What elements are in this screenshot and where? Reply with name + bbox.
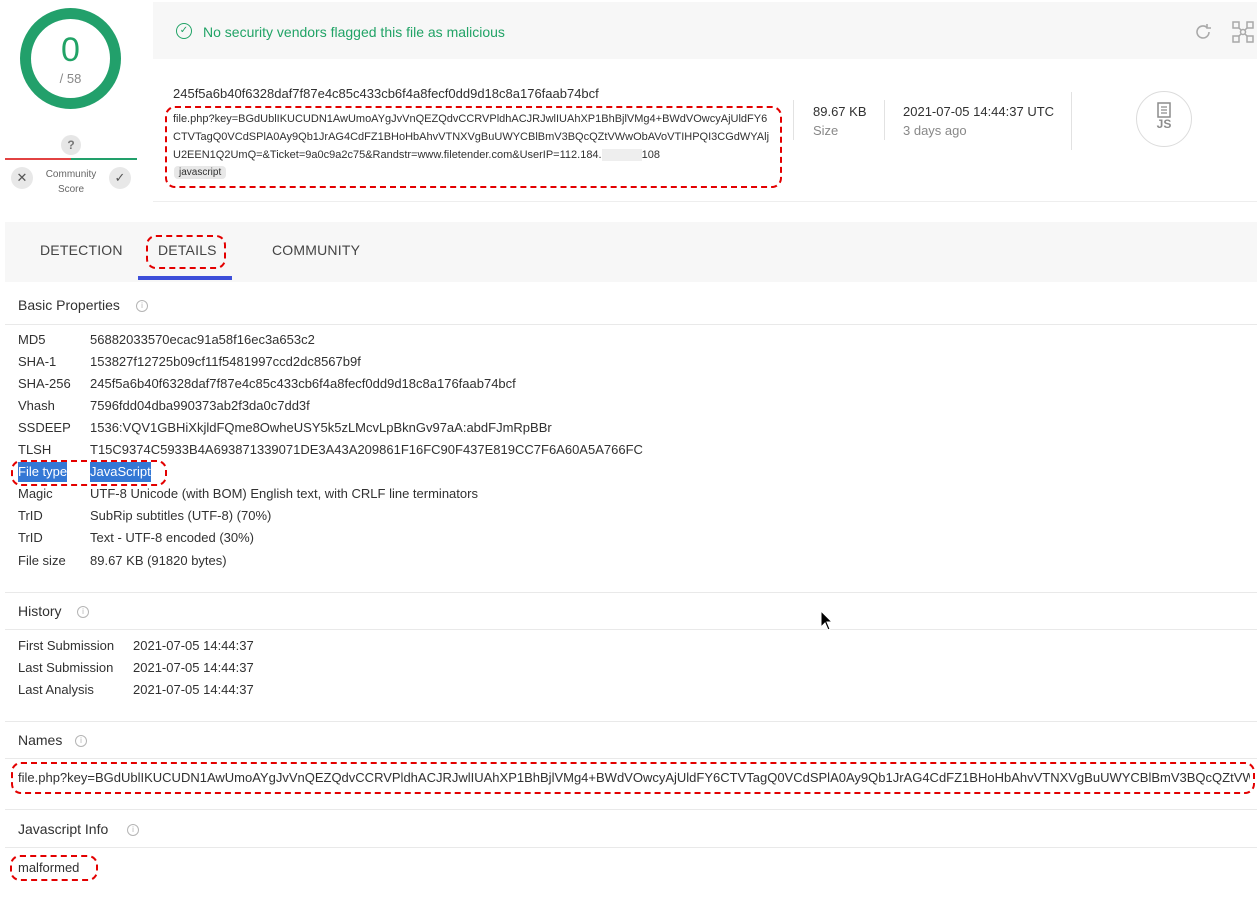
file-type-badge-label: JS xyxy=(1156,117,1172,131)
malformed-highlight xyxy=(10,855,98,881)
community-score-label: Community Score xyxy=(40,167,102,197)
property-label: SSDEEP xyxy=(18,420,71,435)
property-value: T15C9374C5933B4A693871339071DE3A43A20986… xyxy=(90,442,643,457)
community-score-bar-negative xyxy=(5,158,71,160)
section-divider xyxy=(5,809,1257,810)
property-label: Magic xyxy=(18,486,53,501)
property-label: SHA-256 xyxy=(18,376,71,391)
basic-properties-title: Basic Properties xyxy=(18,297,120,313)
vote-harmless-check-icon[interactable]: ✓ xyxy=(109,167,131,189)
detection-score-inner: 0 / 58 xyxy=(31,19,110,98)
property-label: TrID xyxy=(18,508,43,523)
property-value: Text - UTF-8 encoded (30%) xyxy=(90,530,255,545)
check-circle-icon: ✓ xyxy=(176,23,192,39)
property-value: SubRip subtitles (UTF-8) (70%) xyxy=(90,508,272,523)
property-label: TrID xyxy=(18,530,43,545)
status-message: No security vendors flagged this file as… xyxy=(203,24,505,40)
file-name: file.php?key=BGdUblIKUCUDN1AwUmoAYgJvVnQ… xyxy=(173,110,773,164)
detection-score-ring: 0 / 58 xyxy=(20,8,121,109)
tab-community[interactable]: COMMUNITY xyxy=(272,242,360,258)
info-icon[interactable]: i xyxy=(136,300,148,312)
property-label: File size xyxy=(18,553,66,568)
property-label: MD5 xyxy=(18,332,46,347)
javascript-info-title: Javascript Info xyxy=(18,821,109,837)
community-score-bar-positive xyxy=(71,158,137,160)
property-label: Vhash xyxy=(18,398,55,413)
property-value: 89.67 KB (91820 bytes) xyxy=(90,553,227,568)
community-label-line1: Community xyxy=(45,169,97,180)
history-label: Last Analysis xyxy=(18,682,94,697)
mouse-cursor-icon xyxy=(820,610,834,631)
file-name-text: file.php?key=BGdUblIKUCUDN1AwUmoAYgJvVnQ… xyxy=(173,113,770,161)
section-divider xyxy=(5,758,1257,759)
history-value: 2021-07-05 14:44:37 xyxy=(133,660,254,675)
names-highlight xyxy=(11,762,1255,794)
vote-malicious-close-icon[interactable]: ✕ xyxy=(11,167,33,189)
property-value: 7596fdd04dba990373ab2f3da0c7dd3f xyxy=(90,398,310,413)
divider xyxy=(884,100,885,140)
history-title: History xyxy=(18,603,62,619)
history-value: 2021-07-05 14:44:37 xyxy=(133,682,254,697)
property-value: UTF-8 Unicode (with BOM) English text, w… xyxy=(90,486,478,501)
property-label: SHA-1 xyxy=(18,354,57,369)
tab-details-highlight xyxy=(146,235,226,269)
redacted-ip xyxy=(601,149,642,162)
history-label: Last Submission xyxy=(18,660,114,675)
file-date-relative: 3 days ago xyxy=(903,123,967,138)
property-value: 153827f12725b09cf11f5481997ccd2dc8567b9f xyxy=(90,354,361,369)
property-value: 245f5a6b40f6328daf7f87e4c85c433cb6f4a8fe… xyxy=(90,376,516,391)
question-icon: ? xyxy=(61,135,81,155)
section-divider xyxy=(5,592,1257,593)
file-tag[interactable]: javascript xyxy=(174,166,227,179)
js-file-type-icon: JS xyxy=(1136,91,1192,147)
tab-detection[interactable]: DETECTION xyxy=(40,242,123,258)
community-label-line2: Score xyxy=(57,184,85,195)
section-divider xyxy=(5,847,1257,848)
reanalyze-icon[interactable] xyxy=(1192,21,1214,43)
divider xyxy=(793,100,794,140)
names-title: Names xyxy=(18,732,63,748)
file-size-value: 89.67 KB xyxy=(813,104,867,119)
section-divider xyxy=(5,629,1257,630)
info-icon[interactable]: i xyxy=(127,824,139,836)
history-value: 2021-07-05 14:44:37 xyxy=(133,638,254,653)
file-date-value: 2021-07-05 14:44:37 UTC xyxy=(903,104,1055,119)
section-divider xyxy=(5,324,1257,325)
file-size-label: Size xyxy=(813,123,839,138)
document-icon xyxy=(1157,102,1171,118)
property-value: 56882033570ecac91a58f16ec3a653c2 xyxy=(90,332,315,347)
property-label: TLSH xyxy=(18,442,52,457)
file-type-highlight xyxy=(11,460,167,486)
active-tab-indicator xyxy=(138,276,232,280)
detection-total: / 58 xyxy=(59,71,82,86)
section-divider xyxy=(5,721,1257,722)
info-icon[interactable]: i xyxy=(77,606,89,618)
graph-icon[interactable] xyxy=(1231,20,1255,44)
history-label: First Submission xyxy=(18,638,115,653)
divider xyxy=(1071,92,1072,150)
file-sha256: 245f5a6b40f6328daf7f87e4c85c433cb6f4a8fe… xyxy=(173,86,599,101)
info-icon[interactable]: i xyxy=(75,735,87,747)
property-value: 1536:VQV1GBHiXkjldFQme8OwheUSY5k5zLMcvLp… xyxy=(90,420,552,435)
file-name-tail: 108 xyxy=(641,149,660,161)
detection-count: 0 xyxy=(61,31,80,69)
